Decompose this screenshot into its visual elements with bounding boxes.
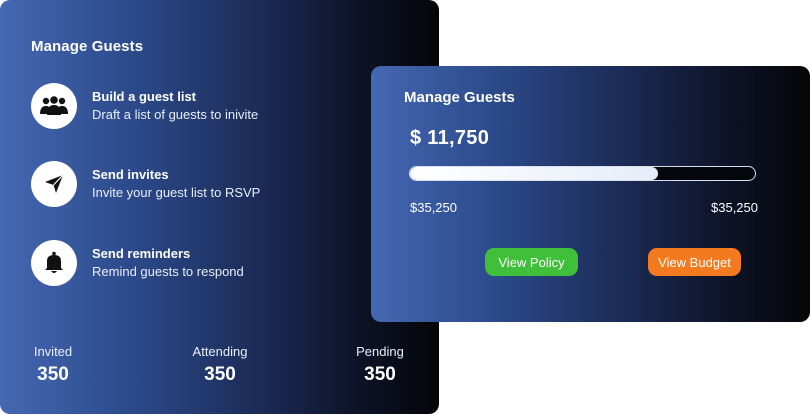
step-description: Invite your guest list to RSVP [92,185,261,200]
budget-progress-bar [409,166,756,181]
stat-value: 350 [364,364,396,385]
card-title: Manage Guests [31,38,144,55]
people-icon [31,83,77,129]
stat-label: Invited [33,344,73,359]
budget-amount: $ 11,750 [410,127,490,149]
range-max-label: $35,250 [711,200,758,215]
step-title: Send invites [92,167,169,182]
stat-attending: Attending 350 [178,344,262,386]
stat-value: 350 [204,364,236,385]
step-description: Draft a list of guests to inivite [92,107,259,122]
progress-fill [410,167,659,180]
stat-invited: Invited 350 [22,344,84,386]
stat-label: Attending [192,344,248,359]
paper-plane-icon [31,161,77,207]
stat-label: Pending [356,344,404,359]
range-min-label: $35,250 [410,200,457,215]
card-title: Manage Guests [404,89,515,106]
bell-icon [31,240,77,286]
step-title: Send reminders [92,246,191,261]
stat-value: 350 [37,364,69,385]
budget-card: Manage Guests $ 11,750 $35,250 $35,250 V… [371,66,810,322]
view-budget-button[interactable]: View Budget [648,248,741,276]
step-title: Build a guest list [92,89,197,104]
step-description: Remind guests to respond [92,264,244,279]
view-policy-button[interactable]: View Policy [485,248,578,276]
stat-pending: Pending 350 [346,344,414,386]
